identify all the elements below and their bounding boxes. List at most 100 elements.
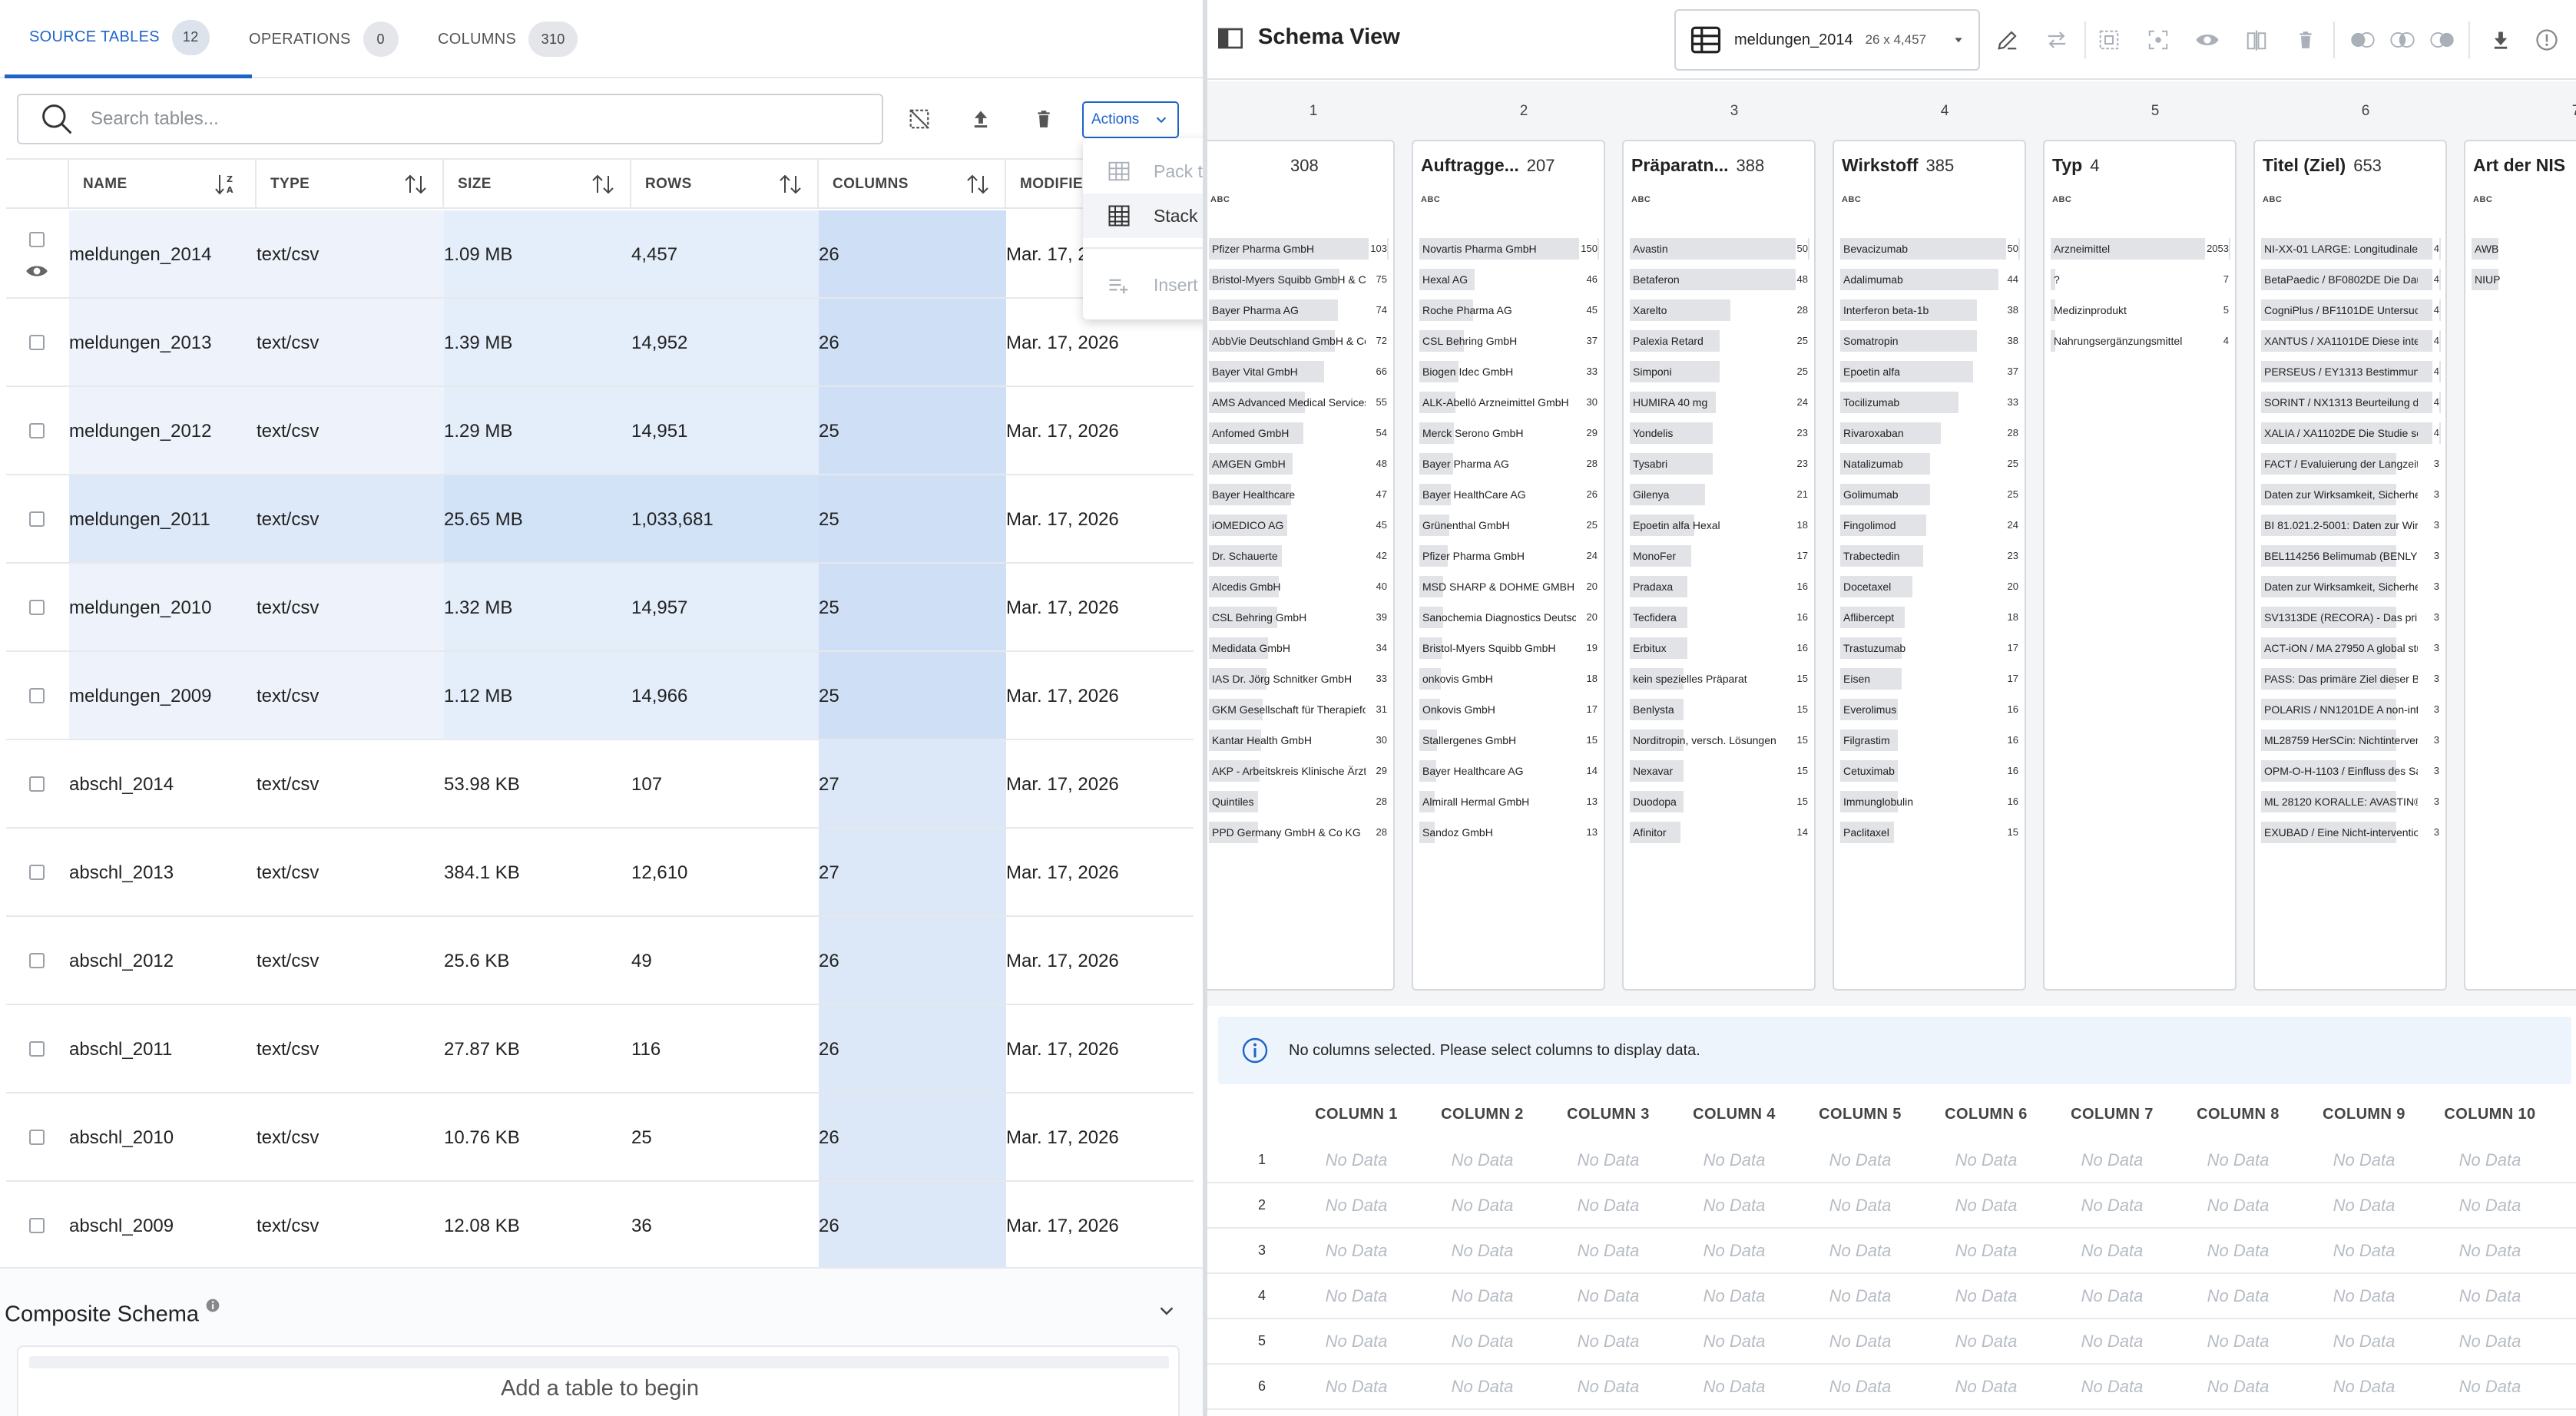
row-checkbox[interactable] <box>29 1130 45 1145</box>
grid-cell-empty[interactable]: No Data <box>2301 1365 2427 1408</box>
grid-cell-empty[interactable]: No Data <box>2049 1410 2175 1416</box>
cell-name[interactable]: meldungen_2009 <box>69 652 257 740</box>
cell-name[interactable]: abschl_2013 <box>69 829 257 917</box>
grid-column-header[interactable]: COLUMN 10 <box>2427 1092 2553 1136</box>
table-row[interactable]: meldungen_2011 text/csv 25.65 MB 1,033,681 2… <box>6 475 1194 564</box>
value-frequency-bar[interactable]: AKP - Arbeitskreis Klinische Ärzte 29 <box>1209 760 1389 782</box>
value-frequency-bar[interactable]: Benlysta 15 <box>1630 699 1809 720</box>
grid-cell-empty[interactable]: No Data <box>1419 1274 1545 1318</box>
grid-cell-empty[interactable]: No Data <box>1545 1410 1671 1416</box>
grid-cell-empty[interactable]: No Data <box>1797 1229 1923 1272</box>
join-inner-button[interactable] <box>2387 25 2418 55</box>
grid-cell-empty[interactable]: No Data <box>1671 1410 1797 1416</box>
cell-name[interactable]: meldungen_2012 <box>69 387 257 475</box>
grid-cell-empty[interactable]: No Data <box>2049 1319 2175 1363</box>
upload-button[interactable] <box>960 98 1002 140</box>
value-frequency-bar[interactable]: Bevacizumab 50 <box>1840 238 2020 260</box>
value-frequency-bar[interactable]: SORINT / NX1313 Beurteilung der 4 <box>2261 392 2441 413</box>
value-frequency-bar[interactable]: CogniPlus / BF1101DE Untersuchung 4 <box>2261 299 2441 321</box>
grid-column-header[interactable]: COLUMN 2 <box>1419 1092 1545 1136</box>
value-frequency-bar[interactable]: Interferon beta-1b 38 <box>1840 299 2020 321</box>
value-frequency-bar[interactable]: CSL Behring GmbH 37 <box>1419 330 1599 352</box>
delete-button[interactable] <box>1023 98 1065 140</box>
value-frequency-bar[interactable]: Norditropin, versch. Lösungen 15 <box>1630 730 1809 751</box>
value-frequency-bar[interactable]: Aflibercept 18 <box>1840 607 2020 628</box>
grid-cell-empty[interactable]: No Data <box>2049 1183 2175 1227</box>
value-frequency-bar[interactable]: Simponi 25 <box>1630 361 1809 382</box>
value-frequency-bar[interactable]: PERSEUS / EY1313 Bestimmung der 4 <box>2261 361 2441 382</box>
grid-cell-empty[interactable]: No Data <box>1293 1365 1419 1408</box>
sort-icon[interactable] <box>590 173 616 196</box>
value-frequency-bar[interactable]: ML28759 HerSCin: Nichtinterventionelle 3 <box>2261 730 2441 751</box>
grid-cell-empty[interactable]: No Data <box>1545 1229 1671 1272</box>
grid-cell-empty[interactable]: No Data <box>1545 1183 1671 1227</box>
grid-cell-empty[interactable]: No Data <box>2427 1183 2553 1227</box>
value-frequency-bar[interactable]: Epoetin alfa 37 <box>1840 361 2020 382</box>
grid-cell-empty[interactable]: No Data <box>2427 1274 2553 1318</box>
grid-cell-empty[interactable]: No Data <box>1923 1138 2049 1182</box>
value-frequency-bar[interactable]: Daten zur Wirksamkeit, Sicherheit 3 <box>2261 484 2441 505</box>
grid-cell-empty[interactable]: No Data <box>1419 1183 1545 1227</box>
value-frequency-bar[interactable]: IAS Dr. Jörg Schnitker GmbH 33 <box>1209 668 1389 690</box>
grid-cell-empty[interactable]: No Data <box>1671 1274 1797 1318</box>
table-row[interactable]: abschl_2010 text/csv 10.76 KB 25 26 Mar. 17, … <box>6 1093 1194 1182</box>
deselect-button[interactable] <box>899 98 940 140</box>
value-frequency-bar[interactable]: PPD Germany GmbH & Co KG 28 <box>1209 822 1389 843</box>
menu-item-stack-tables[interactable]: Stack tables <box>1083 194 1203 238</box>
row-checkbox[interactable] <box>29 600 45 615</box>
value-frequency-bar[interactable]: Anfomed GmbH 54 <box>1209 422 1389 444</box>
tab-operations[interactable]: OPERATIONS 0 <box>249 0 402 78</box>
table-selector[interactable]: meldungen_2014 26 x 4,457 <box>1674 9 1980 71</box>
value-frequency-bar[interactable]: NI-XX-01 LARGE: Longitudinale Anwendungs… <box>2261 238 2441 260</box>
row-checkbox[interactable] <box>29 335 45 350</box>
grid-column-header[interactable]: COLUMN 4 <box>1671 1092 1797 1136</box>
value-frequency-bar[interactable]: Natalizumab 25 <box>1840 453 2020 475</box>
focus-button[interactable] <box>2143 25 2174 55</box>
row-checkbox[interactable] <box>29 232 45 247</box>
tab-columns[interactable]: COLUMNS 310 <box>438 0 591 78</box>
grid-cell-empty[interactable]: No Data <box>2175 1274 2301 1318</box>
sort-alpha-icon[interactable]: ZA <box>215 173 241 196</box>
value-frequency-bar[interactable]: Sanochemia Diagnostics Deutschland GmbH 2… <box>1419 607 1599 628</box>
row-checkbox[interactable] <box>29 953 45 968</box>
value-frequency-bar[interactable]: Bayer Pharma AG 74 <box>1209 299 1389 321</box>
value-frequency-bar[interactable]: Golimumab 25 <box>1840 484 2020 505</box>
grid-cell-empty[interactable]: No Data <box>2427 1410 2553 1416</box>
value-frequency-bar[interactable]: Docetaxel 20 <box>1840 576 2020 597</box>
value-frequency-bar[interactable]: Bristol-Myers Squibb GmbH & Co. KGaA 75 <box>1209 269 1389 290</box>
eye-icon[interactable] <box>25 260 48 283</box>
value-frequency-bar[interactable]: Bayer HealthCare AG 26 <box>1419 484 1599 505</box>
value-frequency-bar[interactable]: AMS Advanced Medical Services GmbH 55 <box>1209 392 1389 413</box>
alert-button[interactable] <box>2531 25 2562 55</box>
row-checkbox[interactable] <box>29 1218 45 1233</box>
value-frequency-bar[interactable]: Biogen Idec GmbH 33 <box>1419 361 1599 382</box>
sort-icon[interactable] <box>402 173 429 196</box>
grid-cell-empty[interactable]: No Data <box>2301 1183 2427 1227</box>
join-left-button[interactable] <box>2347 25 2378 55</box>
swap-button[interactable] <box>2041 25 2072 55</box>
grid-cell-empty[interactable]: No Data <box>1293 1229 1419 1272</box>
value-frequency-bar[interactable]: Immunglobulin 16 <box>1840 791 2020 812</box>
visibility-button[interactable] <box>2192 25 2223 55</box>
value-frequency-bar[interactable]: Somatropin 38 <box>1840 330 2020 352</box>
cell-name[interactable]: meldungen_2013 <box>69 299 257 387</box>
sort-icon[interactable] <box>777 173 803 196</box>
value-frequency-bar[interactable]: GKM Gesellschaft für Therapieforschung m… <box>1209 699 1389 720</box>
value-frequency-bar[interactable]: Nahrungsergänzungsmittel 4 <box>2051 330 2230 352</box>
value-frequency-bar[interactable]: Betaferon 48 <box>1630 269 1809 290</box>
grid-cell-empty[interactable]: No Data <box>1293 1183 1419 1227</box>
value-frequency-bar[interactable]: Medizinprodukt 5 <box>2051 299 2230 321</box>
grid-cell-empty[interactable]: No Data <box>2049 1229 2175 1272</box>
grid-column-header[interactable]: COLUMN 3 <box>1545 1092 1671 1136</box>
grid-cell-empty[interactable]: No Data <box>1923 1274 2049 1318</box>
download-button[interactable] <box>2485 25 2516 55</box>
value-frequency-bar[interactable]: POLARIS / NN1201DE A non-interventional 3 <box>2261 699 2441 720</box>
value-frequency-bar[interactable]: Rivaroxaban 28 <box>1840 422 2020 444</box>
table-row[interactable]: abschl_2013 text/csv 384.1 KB 12,610 27 Mar. … <box>6 829 1194 917</box>
grid-cell-empty[interactable]: No Data <box>1545 1138 1671 1182</box>
cell-name[interactable]: meldungen_2011 <box>69 475 257 564</box>
schema-column-card[interactable]: Titel (Ziel) 653 ABC NI-XX-01 LARGE: Longit… <box>2253 140 2447 991</box>
value-frequency-bar[interactable]: Trabectedin 23 <box>1840 545 2020 567</box>
value-frequency-bar[interactable]: Filgrastim 16 <box>1840 730 2020 751</box>
grid-cell-empty[interactable]: No Data <box>2427 1229 2553 1272</box>
